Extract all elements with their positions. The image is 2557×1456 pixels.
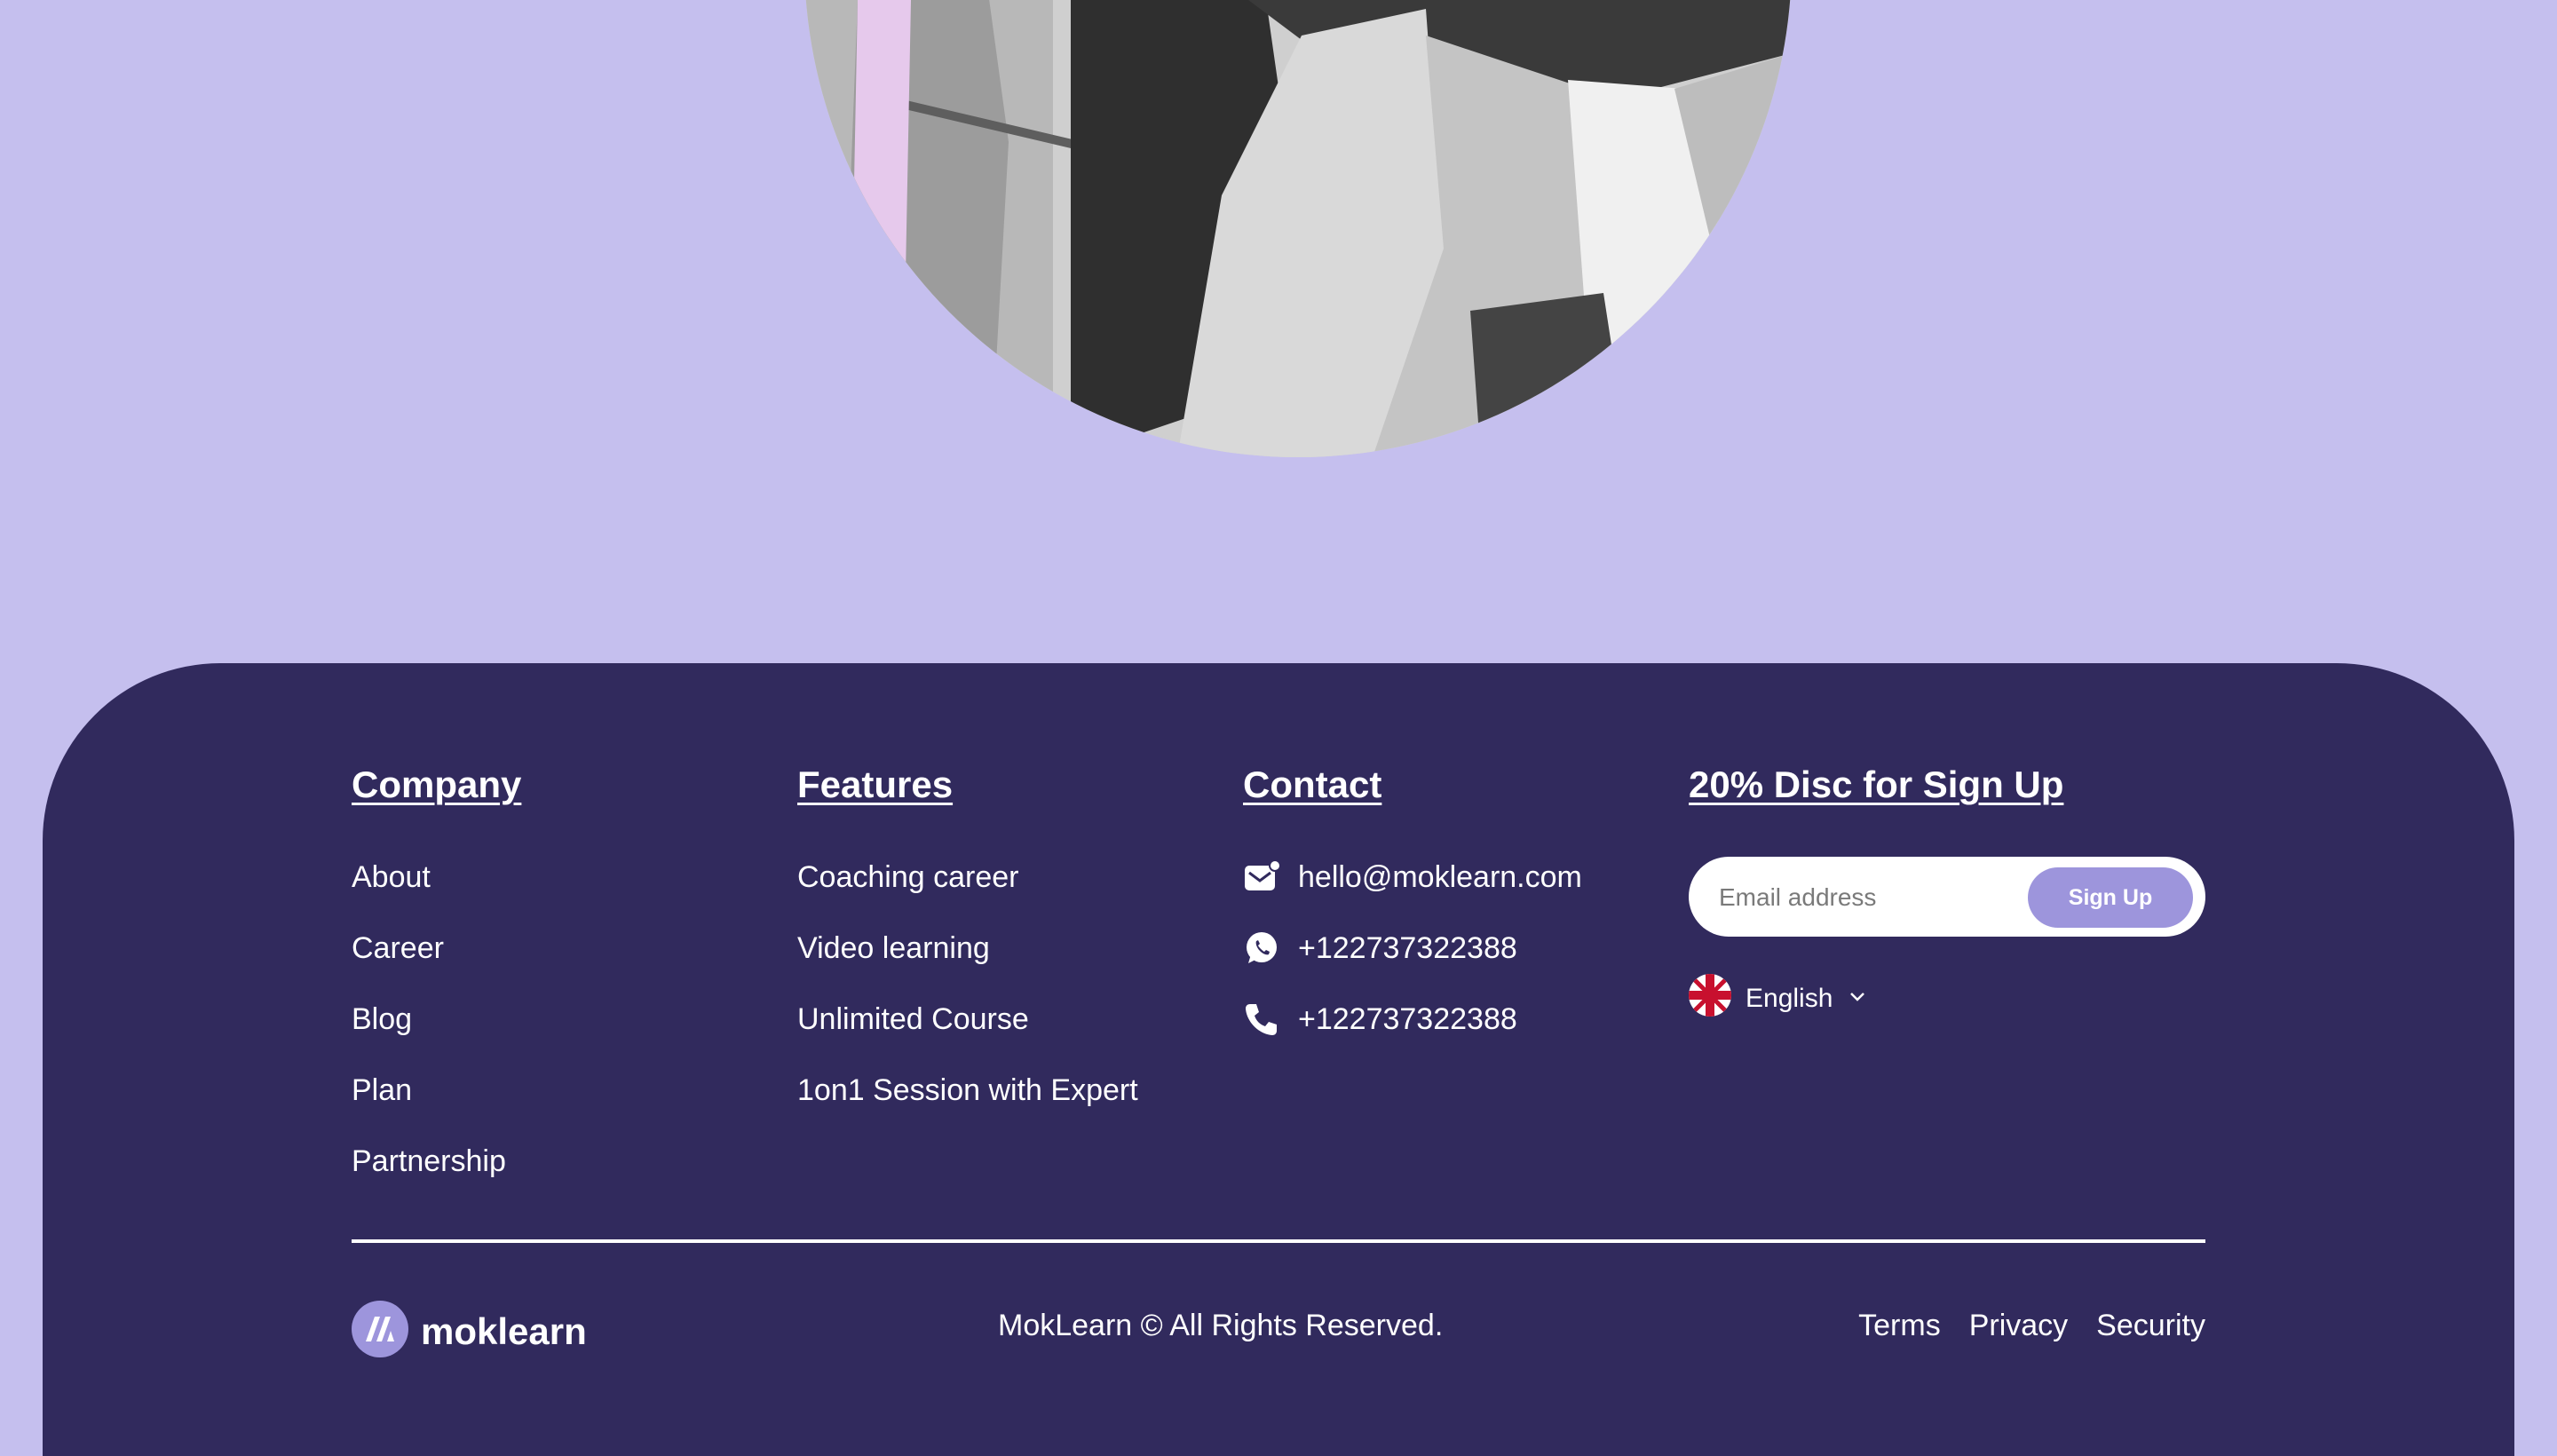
footer-link-1on1-session[interactable]: 1on1 Session with Expert — [797, 1073, 1138, 1108]
phone-icon — [1243, 1001, 1280, 1038]
footer-link-career[interactable]: Career — [352, 931, 444, 966]
contact-email[interactable]: hello@moklearn.com — [1243, 859, 1582, 896]
sign-up-button[interactable]: Sign Up — [2028, 867, 2193, 928]
footer-link-plan[interactable]: Plan — [352, 1073, 412, 1108]
footer-link-about[interactable]: About — [352, 860, 431, 895]
contact-phone[interactable]: +122737322388 — [1243, 1001, 1517, 1038]
chevron-down-icon — [1847, 984, 1868, 1014]
copyright-text: MokLearn © All Rights Reserved. — [998, 1309, 1444, 1342]
signup-heading: 20% Disc for Sign Up — [1689, 764, 2064, 805]
features-heading: Features — [797, 764, 954, 805]
footer-link-unlimited-course[interactable]: Unlimited Course — [797, 1002, 1029, 1037]
privacy-link[interactable]: Privacy — [1969, 1309, 2068, 1343]
footer-divider — [352, 1239, 2205, 1243]
hero-image — [804, 0, 1792, 457]
security-link[interactable]: Security — [2096, 1309, 2205, 1343]
brand-logo[interactable]: moklearn — [352, 1301, 587, 1362]
uk-flag-icon — [1689, 974, 1731, 1024]
signup-form: Sign Up — [1689, 857, 2205, 937]
contact-whatsapp-text: +122737322388 — [1298, 930, 1517, 965]
contact-whatsapp[interactable]: +122737322388 — [1243, 930, 1517, 967]
moklearn-logo-icon — [352, 1301, 408, 1362]
contact-heading: Contact — [1243, 764, 1382, 805]
mail-icon — [1243, 859, 1280, 896]
language-selector[interactable]: English — [1689, 974, 1868, 1024]
contact-phone-text: +122737322388 — [1298, 1001, 1517, 1036]
footer-link-partnership[interactable]: Partnership — [352, 1144, 506, 1179]
legal-links: Terms Privacy Security — [1858, 1309, 2205, 1343]
footer-link-video-learning[interactable]: Video learning — [797, 931, 990, 966]
hero-photo-illustration — [804, 0, 1792, 457]
brand-name: moklearn — [421, 1310, 587, 1352]
email-input[interactable] — [1717, 876, 2040, 919]
terms-link[interactable]: Terms — [1858, 1309, 1941, 1343]
footer-link-blog[interactable]: Blog — [352, 1002, 412, 1037]
site-footer: Company About Career Blog Plan Partnersh… — [43, 663, 2514, 1456]
company-heading: Company — [352, 764, 522, 805]
language-label: English — [1746, 984, 1833, 1013]
footer-link-coaching-career[interactable]: Coaching career — [797, 860, 1018, 895]
contact-email-text: hello@moklearn.com — [1298, 859, 1582, 894]
whatsapp-icon — [1243, 930, 1280, 967]
